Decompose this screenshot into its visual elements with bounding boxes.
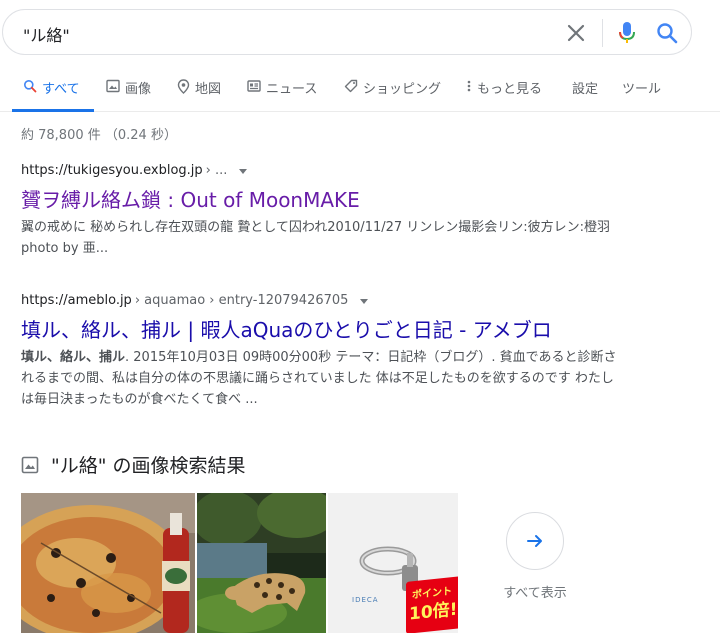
image-thumbnail-jaguar[interactable]	[197, 493, 326, 633]
snippet-bold-term: 填ル、絡ル、捕ル	[21, 350, 126, 365]
result-snippet: 翼の戒めに 秘められし存在双頭の龍 贄として囚われ2010/11/27 リンレン…	[21, 220, 611, 256]
microphone-icon	[619, 22, 635, 43]
result-url-breadcrumb[interactable]: https://tukigesyou.exblog.jp › ...	[21, 163, 621, 178]
tab-all[interactable]: すべて	[12, 78, 94, 112]
map-pin-icon	[177, 79, 190, 94]
tab-more[interactable]: もっと見る	[466, 78, 542, 112]
tab-settings[interactable]: 設定	[572, 78, 598, 112]
tab-maps[interactable]: 地図	[177, 78, 221, 112]
clear-search-button[interactable]	[563, 20, 589, 46]
arrow-right-icon	[527, 535, 542, 547]
points-badge: ポイント 10倍!	[406, 576, 458, 633]
result-stats: 約 78,800 件 （0.24 秒）	[21, 128, 177, 143]
tab-label: 画像	[125, 82, 152, 97]
tab-images[interactable]: 画像	[106, 78, 151, 112]
result-path: › ...	[205, 163, 228, 178]
image-results-heading: "ル絡" の画像検索結果	[21, 451, 246, 478]
search-icon	[24, 80, 37, 93]
search-button[interactable]	[654, 20, 680, 46]
tab-news[interactable]: ニュース	[247, 78, 317, 112]
brand-label: IDECA	[352, 596, 379, 604]
tag-icon	[344, 79, 358, 93]
see-all-images[interactable]: すべて表示	[500, 512, 570, 601]
caret-down-icon[interactable]	[239, 169, 248, 174]
voice-search-button[interactable]	[615, 20, 639, 46]
tab-shopping[interactable]: ショッピング	[344, 78, 441, 112]
see-all-button[interactable]	[506, 512, 564, 570]
search-box[interactable]: "ル絡"	[2, 9, 692, 55]
result-path: › aquamao › entry-12079426705	[134, 293, 349, 308]
more-vert-icon	[467, 80, 471, 92]
close-icon	[567, 24, 585, 42]
image-icon	[21, 456, 39, 473]
image-results-title: "ル絡" の画像検索結果	[51, 455, 246, 477]
search-input[interactable]: "ル絡"	[23, 22, 70, 46]
result-domain: https://ameblo.jp	[21, 293, 132, 308]
divider	[602, 19, 603, 47]
result-url-breadcrumb[interactable]: https://ameblo.jp › aquamao › entry-1207…	[21, 293, 621, 308]
image-thumbnail-product[interactable]: IDECA ポイント 10倍!	[328, 493, 458, 633]
tab-label: 地図	[195, 82, 222, 97]
tab-tools[interactable]: ツール	[622, 78, 661, 112]
points-badge-line2: 10倍!	[409, 599, 458, 625]
caret-down-icon[interactable]	[360, 299, 369, 304]
see-all-label: すべて表示	[503, 586, 567, 601]
search-result: https://ameblo.jp › aquamao › entry-1207…	[21, 293, 621, 410]
result-title-link[interactable]: 填ル、絡ル、捕ル | 暇人aQuaのひとりごと日記 - アメブロ	[21, 317, 621, 343]
jaguar-photo	[197, 493, 326, 633]
search-result: https://tukigesyou.exblog.jp › ... 贇ヲ縛ル絡…	[21, 163, 621, 259]
search-icon	[657, 23, 678, 44]
result-snippet: 填ル、絡ル、捕ル. 2015年10月03日 09時00分00秒 テーマ：日記枠（…	[21, 347, 621, 410]
tab-label: 設定	[572, 82, 599, 97]
tab-label: もっと見る	[477, 82, 543, 97]
result-title-link[interactable]: 贇ヲ縛ル絡ム鎖 : Out of MoonMAKE	[21, 187, 621, 213]
tab-label: ショッピング	[363, 82, 442, 97]
result-domain: https://tukigesyou.exblog.jp	[21, 163, 203, 178]
news-icon	[247, 80, 261, 92]
tab-label: ニュース	[266, 82, 318, 97]
tab-label: ツール	[622, 82, 662, 97]
search-tabs: すべて 画像 地図 ニュース ショッピング もっと見る 設定 ツール	[0, 70, 720, 112]
image-thumbnail-pizza[interactable]	[21, 493, 195, 633]
tab-label: すべて	[42, 82, 80, 97]
pizza-photo	[21, 493, 195, 633]
image-icon	[106, 79, 120, 93]
